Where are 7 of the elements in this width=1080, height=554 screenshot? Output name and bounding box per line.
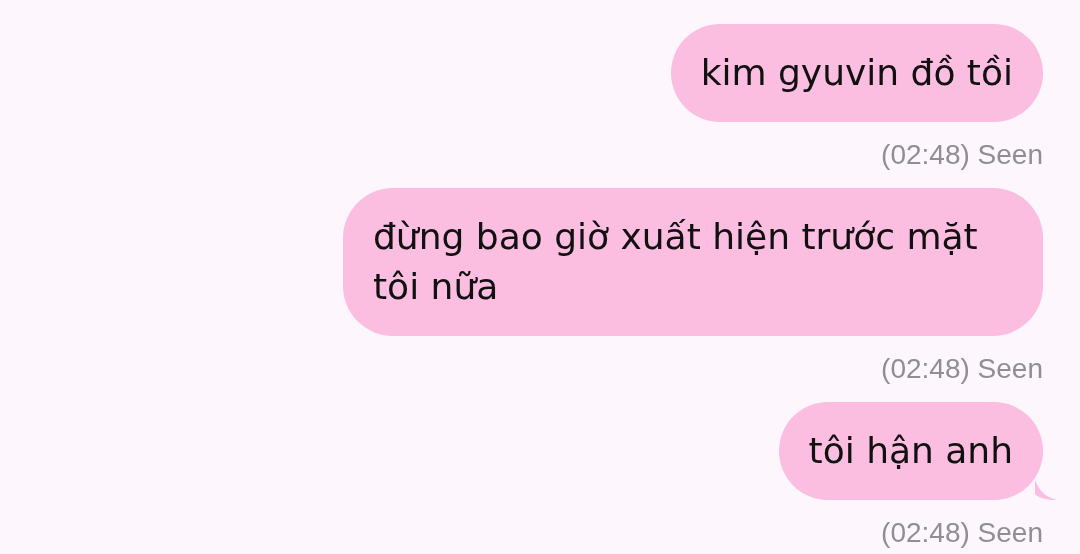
bubble-tail — [1035, 480, 1057, 500]
message-bubble: đừng bao giờ xuất hiện trước mặt tôi nữa — [343, 188, 1043, 336]
message-bubble: kim gyuvin đồ tồi — [670, 24, 1043, 122]
read-receipt: (02:48) Seen — [881, 139, 1043, 171]
message-bubble: tôi hận anh — [778, 402, 1043, 500]
read-receipt: (02:48) Seen — [881, 517, 1043, 549]
read-receipt: (02:48) Seen — [881, 353, 1043, 385]
